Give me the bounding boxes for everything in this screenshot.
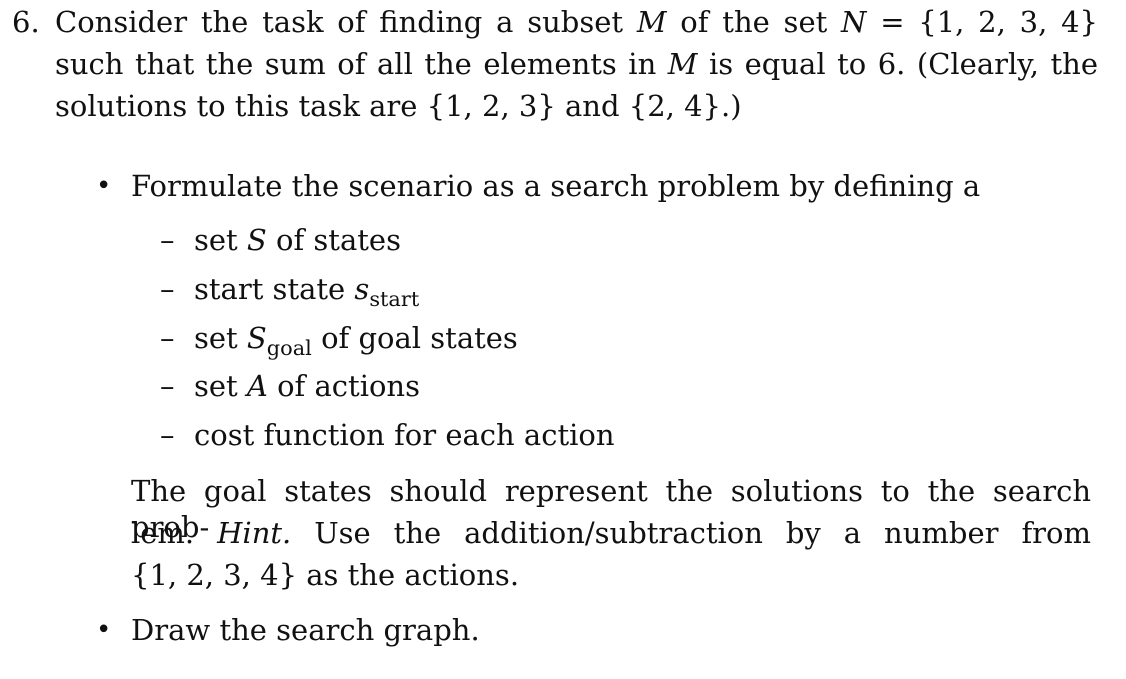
bullet-text-draw-graph: Draw the search graph.: [131, 613, 480, 647]
paragraph-text: Use the addition/subtraction by a number…: [314, 516, 1091, 550]
subitem-text: set: [194, 223, 247, 257]
problem-line-1: Consider the task of finding a subset M …: [55, 4, 1098, 40]
solution-set-2: {2, 4}: [628, 89, 722, 123]
problem-text: Consider the task of finding a subset: [55, 5, 637, 39]
problem-text: is equal to 6. (Clearly, the: [697, 47, 1098, 81]
subitem-goal-states: set Sgoal of goal states: [194, 320, 518, 361]
math-var-a: A: [246, 369, 268, 403]
dash-icon: –: [160, 223, 175, 257]
dash-icon: –: [160, 321, 175, 355]
problem-line-2: such that the sum of all the elements in…: [55, 46, 1098, 82]
bullet-icon: •: [96, 615, 112, 645]
subitem-text: start state: [194, 272, 355, 306]
subitem-text: set: [194, 321, 247, 355]
problem-text: such that the sum of all the elements in: [55, 47, 668, 81]
problem-text: of the set: [666, 5, 842, 39]
math-var-m: M: [636, 5, 667, 39]
paragraph-text: as the actions.: [297, 558, 520, 592]
problem-text: .): [721, 89, 742, 123]
dash-icon: –: [160, 369, 175, 403]
solution-set-1: {1, 2, 3}: [426, 89, 556, 123]
problem-text: solutions to this task are: [55, 89, 427, 123]
subitem-text: set: [194, 369, 247, 403]
action-set: {1, 2, 3, 4}: [131, 558, 298, 592]
subitem-start-state: start state sstart: [194, 271, 420, 312]
paragraph-line-3: {1, 2, 3, 4} as the actions.: [131, 557, 519, 593]
subitem-text: of actions: [267, 369, 420, 403]
set-n-values: {1, 2, 3, 4}: [918, 5, 1098, 39]
dash-icon: –: [160, 272, 175, 306]
problem-line-3: solutions to this task are {1, 2, 3} and…: [55, 88, 742, 124]
subscript-start: start: [369, 287, 420, 312]
subitem-set-of-states: set S of states: [194, 222, 401, 258]
hint-label: Hint.: [217, 516, 292, 550]
subitem-actions: set A of actions: [194, 368, 420, 404]
math-var-m: M: [667, 47, 698, 81]
math-var-s-goal: S: [246, 321, 267, 355]
problem-number: 6.: [12, 5, 40, 39]
dash-icon: –: [160, 418, 175, 452]
subitem-text: of goal states: [311, 321, 518, 355]
math-var-s: S: [246, 223, 267, 257]
subitem-cost-function: cost function for each action: [194, 418, 615, 452]
paragraph-text: lem.: [131, 516, 195, 550]
bullet-icon: •: [96, 171, 112, 201]
problem-text: and: [555, 89, 629, 123]
bullet-text-formulate: Formulate the scenario as a search probl…: [131, 169, 981, 203]
subitem-text: of states: [266, 223, 401, 257]
subscript-goal: goal: [266, 336, 312, 361]
math-var-n: N: [841, 5, 867, 39]
math-var-s-start: s: [354, 272, 370, 306]
paragraph-line-2: lem. Hint. Use the addition/subtraction …: [131, 515, 1091, 551]
equals-sign: =: [866, 5, 919, 39]
